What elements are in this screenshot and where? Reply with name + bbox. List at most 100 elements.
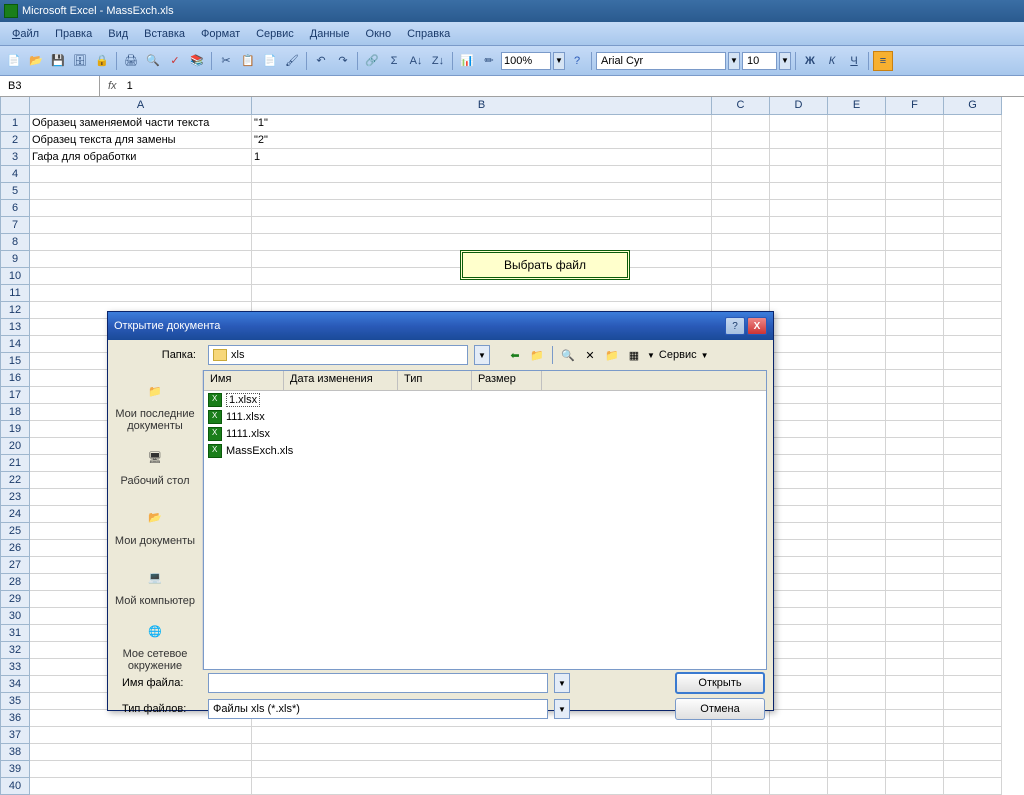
cell-F24[interactable] bbox=[886, 506, 944, 523]
cell-D4[interactable] bbox=[770, 166, 828, 183]
newfolder-icon[interactable]: 📁 bbox=[603, 346, 621, 364]
cell-G12[interactable] bbox=[944, 302, 1002, 319]
cell-B5[interactable] bbox=[252, 183, 712, 200]
cell-D18[interactable] bbox=[770, 404, 828, 421]
cell-G21[interactable] bbox=[944, 455, 1002, 472]
cell-G1[interactable] bbox=[944, 115, 1002, 132]
cell-F35[interactable] bbox=[886, 693, 944, 710]
row-header[interactable]: 19 bbox=[0, 421, 30, 438]
new-icon[interactable]: 📄 bbox=[4, 51, 24, 71]
place-network[interactable]: 🌐Мое сетевое окружение bbox=[108, 614, 202, 674]
sortasc-icon[interactable]: A↓ bbox=[406, 51, 426, 71]
perm-icon[interactable]: 🔒 bbox=[92, 51, 112, 71]
cell-G10[interactable] bbox=[944, 268, 1002, 285]
cell-E7[interactable] bbox=[828, 217, 886, 234]
row-header[interactable]: 5 bbox=[0, 183, 30, 200]
cell-C38[interactable] bbox=[712, 744, 770, 761]
row-header[interactable]: 34 bbox=[0, 676, 30, 693]
cell-G20[interactable] bbox=[944, 438, 1002, 455]
row-header[interactable]: 7 bbox=[0, 217, 30, 234]
help-icon[interactable]: ? bbox=[567, 51, 587, 71]
back-icon[interactable]: ⬅ bbox=[506, 346, 524, 364]
cell-C2[interactable] bbox=[712, 132, 770, 149]
cell-F23[interactable] bbox=[886, 489, 944, 506]
cell-F34[interactable] bbox=[886, 676, 944, 693]
italic-button[interactable]: К bbox=[822, 51, 842, 71]
cell-G33[interactable] bbox=[944, 659, 1002, 676]
cell-G25[interactable] bbox=[944, 523, 1002, 540]
cell-A40[interactable] bbox=[30, 778, 252, 795]
row-header[interactable]: 33 bbox=[0, 659, 30, 676]
cell-D5[interactable] bbox=[770, 183, 828, 200]
cell-F6[interactable] bbox=[886, 200, 944, 217]
menu-edit[interactable]: Правка bbox=[47, 26, 100, 42]
cell-A2[interactable]: Образец текста для замены bbox=[30, 132, 252, 149]
views-drop-icon[interactable]: ▼ bbox=[647, 351, 655, 360]
cell-G3[interactable] bbox=[944, 149, 1002, 166]
cell-G23[interactable] bbox=[944, 489, 1002, 506]
cell-G18[interactable] bbox=[944, 404, 1002, 421]
underline-button[interactable]: Ч bbox=[844, 51, 864, 71]
cell-B40[interactable] bbox=[252, 778, 712, 795]
cell-F7[interactable] bbox=[886, 217, 944, 234]
filetype-drop-icon[interactable]: ▼ bbox=[554, 699, 570, 719]
align-left-icon[interactable]: ≡ bbox=[873, 51, 893, 71]
size-drop-icon[interactable]: ▼ bbox=[779, 52, 791, 70]
cell-G35[interactable] bbox=[944, 693, 1002, 710]
cell-E11[interactable] bbox=[828, 285, 886, 302]
menu-file[interactable]: Файл bbox=[4, 26, 47, 42]
cell-C8[interactable] bbox=[712, 234, 770, 251]
cell-G28[interactable] bbox=[944, 574, 1002, 591]
cell-A10[interactable] bbox=[30, 268, 252, 285]
dialog-titlebar[interactable]: Открытие документа ? X bbox=[108, 312, 773, 340]
cell-E35[interactable] bbox=[828, 693, 886, 710]
cell-D17[interactable] bbox=[770, 387, 828, 404]
cell-E34[interactable] bbox=[828, 676, 886, 693]
row-header[interactable]: 13 bbox=[0, 319, 30, 336]
col-name[interactable]: Имя bbox=[204, 371, 284, 390]
cell-E14[interactable] bbox=[828, 336, 886, 353]
cell-E15[interactable] bbox=[828, 353, 886, 370]
cell-A11[interactable] bbox=[30, 285, 252, 302]
cell-D35[interactable] bbox=[770, 693, 828, 710]
place-mydocs[interactable]: 📂Мои документы bbox=[108, 494, 202, 554]
cell-F37[interactable] bbox=[886, 727, 944, 744]
cell-F9[interactable] bbox=[886, 251, 944, 268]
menu-insert[interactable]: Вставка bbox=[136, 26, 193, 42]
cell-B11[interactable] bbox=[252, 285, 712, 302]
font-drop-icon[interactable]: ▼ bbox=[728, 52, 740, 70]
row-header[interactable]: 4 bbox=[0, 166, 30, 183]
cell-C3[interactable] bbox=[712, 149, 770, 166]
cell-C7[interactable] bbox=[712, 217, 770, 234]
cell-A9[interactable] bbox=[30, 251, 252, 268]
row-header[interactable]: 10 bbox=[0, 268, 30, 285]
cell-G7[interactable] bbox=[944, 217, 1002, 234]
cell-F36[interactable] bbox=[886, 710, 944, 727]
place-desktop[interactable]: 🖥Рабочий стол bbox=[108, 434, 202, 494]
col-header-f[interactable]: F bbox=[886, 97, 944, 115]
cell-F25[interactable] bbox=[886, 523, 944, 540]
open-icon[interactable]: 📂 bbox=[26, 51, 46, 71]
col-header-d[interactable]: D bbox=[770, 97, 828, 115]
cell-C9[interactable] bbox=[712, 251, 770, 268]
cell-E32[interactable] bbox=[828, 642, 886, 659]
font-select[interactable]: Arial Cyr bbox=[596, 52, 726, 70]
cell-D11[interactable] bbox=[770, 285, 828, 302]
cell-E23[interactable] bbox=[828, 489, 886, 506]
row-header[interactable]: 37 bbox=[0, 727, 30, 744]
formula-value[interactable]: 1 bbox=[127, 80, 133, 92]
cell-E29[interactable] bbox=[828, 591, 886, 608]
cell-D36[interactable] bbox=[770, 710, 828, 727]
cell-F1[interactable] bbox=[886, 115, 944, 132]
row-header[interactable]: 12 bbox=[0, 302, 30, 319]
cell-E31[interactable] bbox=[828, 625, 886, 642]
research-icon[interactable]: 📚 bbox=[187, 51, 207, 71]
cell-F30[interactable] bbox=[886, 608, 944, 625]
cell-B39[interactable] bbox=[252, 761, 712, 778]
cell-F19[interactable] bbox=[886, 421, 944, 438]
col-modified[interactable]: Дата изменения bbox=[284, 371, 398, 390]
menu-window[interactable]: Окно bbox=[358, 26, 400, 42]
cell-E21[interactable] bbox=[828, 455, 886, 472]
row-header[interactable]: 3 bbox=[0, 149, 30, 166]
cell-C37[interactable] bbox=[712, 727, 770, 744]
